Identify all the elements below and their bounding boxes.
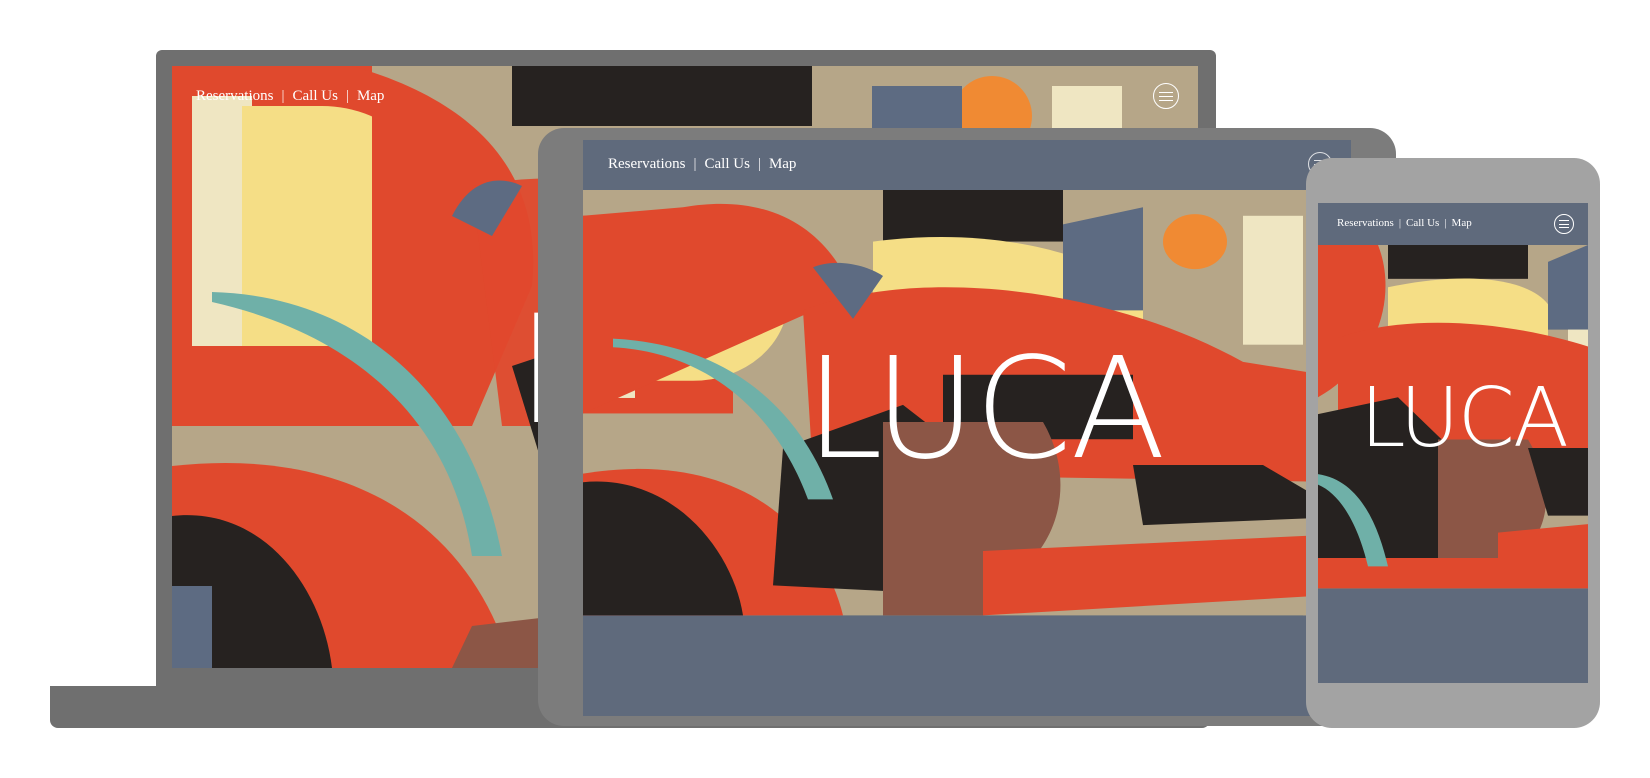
brand-logo: LUCA	[805, 328, 1166, 491]
laptop-nav: Reservations | Call Us | Map	[196, 88, 384, 105]
nav-separator: |	[1444, 217, 1447, 229]
nav-reservations-link[interactable]: Reservations	[196, 88, 273, 105]
tablet-nav: Reservations | Call Us | Map	[608, 156, 796, 173]
nav-separator: |	[1398, 217, 1402, 229]
hamburger-menu-icon[interactable]	[1153, 83, 1179, 109]
nav-call-us-link[interactable]: Call Us	[1406, 217, 1439, 229]
nav-separator: |	[281, 88, 285, 104]
nav-map-link[interactable]: Map	[357, 88, 385, 105]
nav-call-us-link[interactable]: Call Us	[293, 88, 338, 105]
nav-separator: |	[345, 88, 349, 104]
nav-reservations-link[interactable]: Reservations	[1337, 217, 1394, 229]
nav-separator: |	[693, 156, 697, 172]
nav-map-link[interactable]: Map	[1452, 217, 1472, 229]
hamburger-menu-icon[interactable]	[1554, 214, 1574, 234]
tablet-screen: Reservations | Call Us | Map LUCA	[583, 140, 1351, 716]
nav-separator: |	[757, 156, 761, 172]
nav-map-link[interactable]: Map	[769, 156, 797, 173]
nav-call-us-link[interactable]: Call Us	[705, 156, 750, 173]
phone-nav: Reservations | Call Us | Map	[1337, 217, 1472, 229]
phone-screen: Reservations | Call Us | Map LUCA	[1318, 203, 1588, 683]
brand-logo: LUCA	[1360, 371, 1569, 466]
nav-reservations-link[interactable]: Reservations	[608, 156, 685, 173]
